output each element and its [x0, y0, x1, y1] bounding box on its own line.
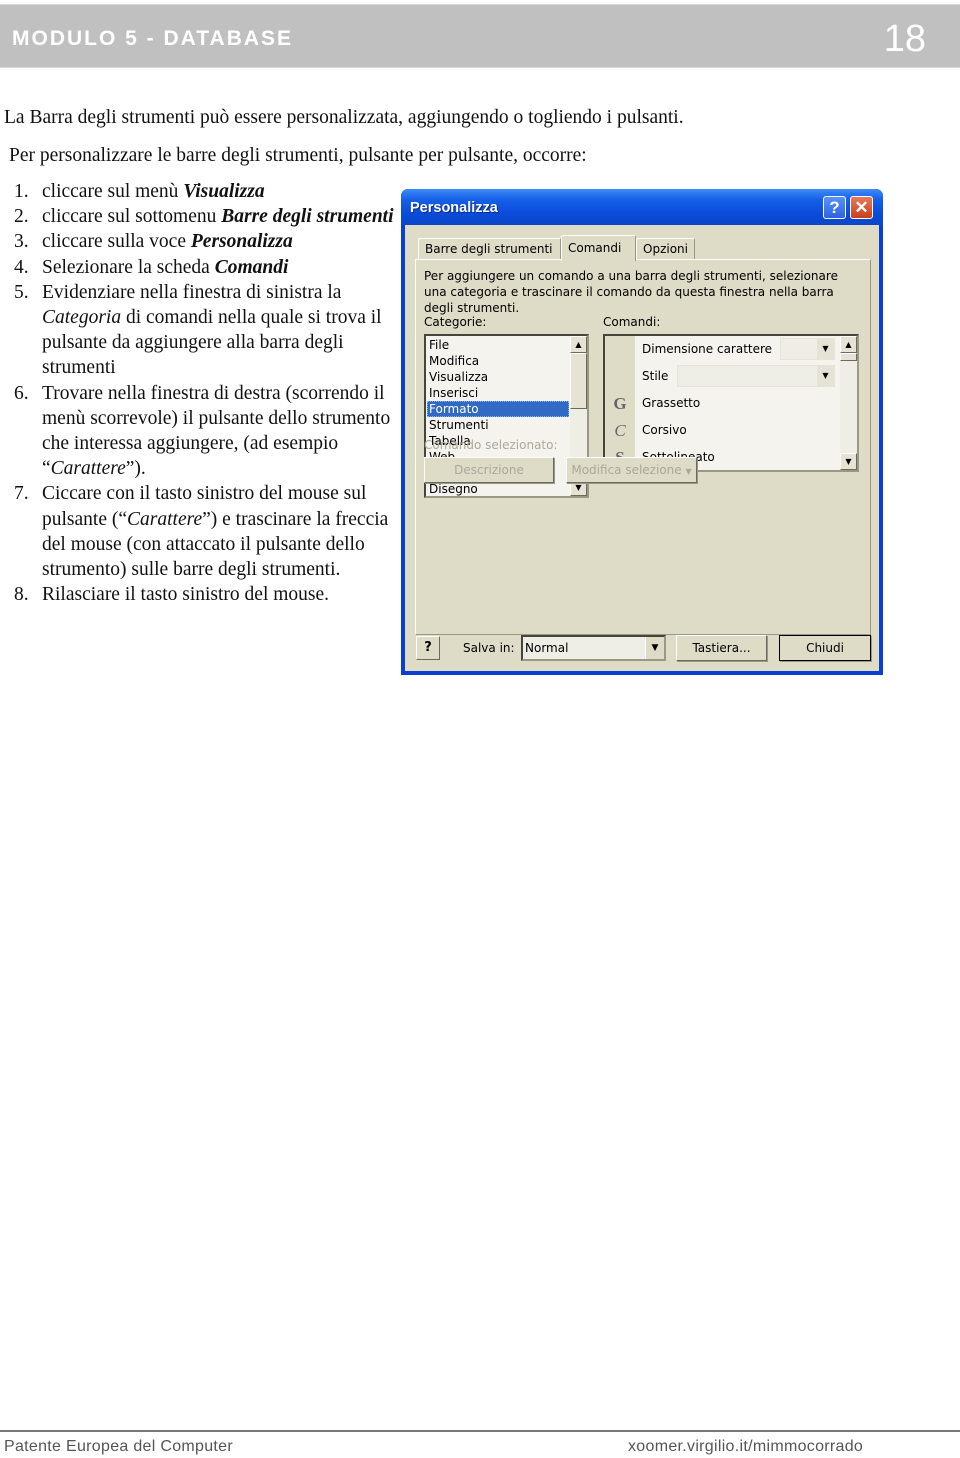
tab-opzioni[interactable]: Opzioni: [636, 238, 695, 259]
tab-label: Opzioni: [643, 242, 688, 256]
step-text: Selezionare la scheda: [42, 256, 215, 278]
chevron-down-icon: ▼: [817, 339, 834, 359]
page-header: MODULO 5 - DATABASE 18: [0, 4, 960, 68]
command-label: Grassetto: [642, 396, 701, 410]
scroll-down-icon[interactable]: ▼: [840, 453, 857, 470]
dialog-title: Personalizza: [410, 200, 498, 216]
keyboard-button[interactable]: Tastiera...: [676, 635, 767, 661]
save-in-select[interactable]: Normal ▼: [521, 635, 666, 661]
steps-list: 1. cliccare sul menù Visualizza 2. cliccare…: [14, 179, 394, 607]
step-emphasis: Visualizza: [183, 181, 265, 202]
categories-label: Categorie:: [424, 315, 487, 329]
module-title: MODULO 5 - DATABASE: [12, 27, 294, 50]
whats-this-help-button[interactable]: ?: [416, 636, 440, 660]
command-item[interactable]: Dimensione carattere ▼: [605, 336, 835, 363]
command-combo-preview: ▼: [780, 338, 835, 360]
dialog-client-area: Barre degli strumenti Comandi Opzioni Pe…: [405, 225, 879, 671]
category-item[interactable]: Formato: [427, 401, 569, 417]
step-text: Rilasciare il tasto sinistro del mouse.: [42, 584, 330, 606]
command-label: Dimensione carattere: [642, 342, 773, 356]
command-combo-preview: ▼: [677, 365, 835, 387]
close-icon[interactable]: ✕: [850, 196, 873, 219]
bold-icon: G: [613, 394, 627, 413]
tab-label: Comandi: [568, 241, 622, 255]
tab-comandi[interactable]: Comandi: [561, 235, 636, 261]
step-item: 2. cliccare sul sottomenu Barre degli str…: [14, 204, 394, 229]
scroll-up-icon[interactable]: ▲: [570, 336, 587, 353]
selected-command-label: Comando selezionato:: [424, 438, 558, 452]
description-button[interactable]: Descrizione: [424, 457, 554, 483]
commands-label: Comandi:: [603, 315, 661, 329]
step-item: 6. Trovare nella finestra di destra (scor…: [14, 381, 394, 482]
category-item[interactable]: Visualizza: [427, 369, 569, 385]
comandi-panel: Per aggiungere un comando a una barra de…: [415, 259, 871, 635]
category-item[interactable]: Inserisci: [427, 385, 569, 401]
step-text: ”).: [125, 458, 146, 480]
tab-barre-degli-strumenti[interactable]: Barre degli strumenti: [418, 238, 561, 259]
dialog-titlebar[interactable]: Personalizza ? ✕: [401, 189, 883, 225]
footer-left-text: Patente Europea del Computer: [4, 1438, 233, 1455]
personalizza-dialog: Personalizza ? ✕ Barre degli strumenti C…: [401, 189, 883, 675]
step-number: 6.: [14, 382, 29, 404]
step-emphasis: Categoria: [42, 307, 122, 329]
scroll-thumb[interactable]: [570, 353, 587, 409]
tab-label: Barre degli strumenti: [425, 242, 553, 256]
step-text: cliccare sul menù: [42, 181, 184, 202]
command-item[interactable]: G Grassetto: [605, 390, 835, 417]
category-item[interactable]: Modifica: [427, 353, 569, 369]
italic-icon: C: [614, 421, 626, 440]
intro-paragraph-2: Per personalizzare le barre degli strume…: [9, 145, 587, 166]
step-item: 1. cliccare sul menù Visualizza: [14, 179, 394, 204]
commands-scrollbar[interactable]: ▲ ▼: [840, 336, 857, 470]
page-number: 18: [883, 18, 926, 60]
category-item[interactable]: Disegno: [427, 481, 569, 497]
chevron-down-icon[interactable]: ▼: [645, 637, 664, 659]
step-emphasis: Carattere: [50, 458, 126, 480]
chevron-down-icon: ▼: [817, 366, 834, 386]
command-label: Stile: [642, 369, 669, 383]
scroll-thumb[interactable]: [840, 353, 857, 361]
step-emphasis: Comandi: [214, 256, 289, 278]
step-item: 5. Evidenziare nella finestra di sinistra…: [14, 280, 394, 381]
step-item: 8. Rilasciare il tasto sinistro del mouse…: [14, 582, 394, 607]
step-number: 4.: [14, 256, 29, 278]
scroll-up-icon[interactable]: ▲: [840, 336, 857, 353]
footer-url: xoomer.virgilio.it/mimmocorrado: [628, 1438, 864, 1455]
step-item: 4. Selezionare la scheda Comandi: [14, 255, 394, 280]
chevron-down-icon: ▼: [685, 467, 692, 476]
step-number: 1.: [14, 181, 29, 202]
command-item[interactable]: Stile ▼: [605, 363, 835, 390]
step-number: 8.: [14, 584, 29, 606]
category-item[interactable]: Strumenti: [427, 417, 569, 433]
step-item: 7. Ciccare con il tasto sinistro del mous…: [14, 481, 394, 582]
save-in-label: Salva in:: [463, 641, 515, 655]
step-number: 2.: [14, 206, 29, 228]
step-emphasis: Personalizza: [190, 231, 293, 253]
step-text: cliccare sul sottomenu: [42, 206, 222, 228]
step-text: Evidenziare nella finestra di sinistra l…: [42, 281, 342, 303]
panel-description: Per aggiungere un comando a una barra de…: [424, 269, 838, 315]
help-icon[interactable]: ?: [823, 196, 846, 219]
command-label: Corsivo: [642, 423, 687, 437]
step-text: cliccare sulla voce: [42, 231, 191, 253]
step-emphasis: Barre degli strumenti: [221, 206, 394, 228]
commands-listbox[interactable]: ▲ ▼ Dimensione carattere ▼ Stile ▼ G Grassett…: [603, 334, 859, 472]
category-item[interactable]: File: [427, 337, 569, 353]
step-number: 7.: [14, 483, 29, 505]
modify-selection-label: Modifica selezione: [571, 463, 682, 477]
step-emphasis: Carattere: [127, 508, 203, 530]
save-in-value: Normal: [525, 641, 569, 655]
step-number: 3.: [14, 231, 29, 253]
step-number: 5.: [14, 281, 29, 303]
intro-paragraph-1: La Barra degli strumenti può essere pers…: [4, 107, 684, 128]
footer-divider: [0, 1430, 960, 1432]
command-item[interactable]: C Corsivo: [605, 417, 835, 444]
close-button[interactable]: Chiudi: [779, 635, 871, 661]
modify-selection-button[interactable]: Modifica selezione ▼: [566, 457, 697, 483]
step-item: 3. cliccare sulla voce Personalizza: [14, 229, 394, 254]
